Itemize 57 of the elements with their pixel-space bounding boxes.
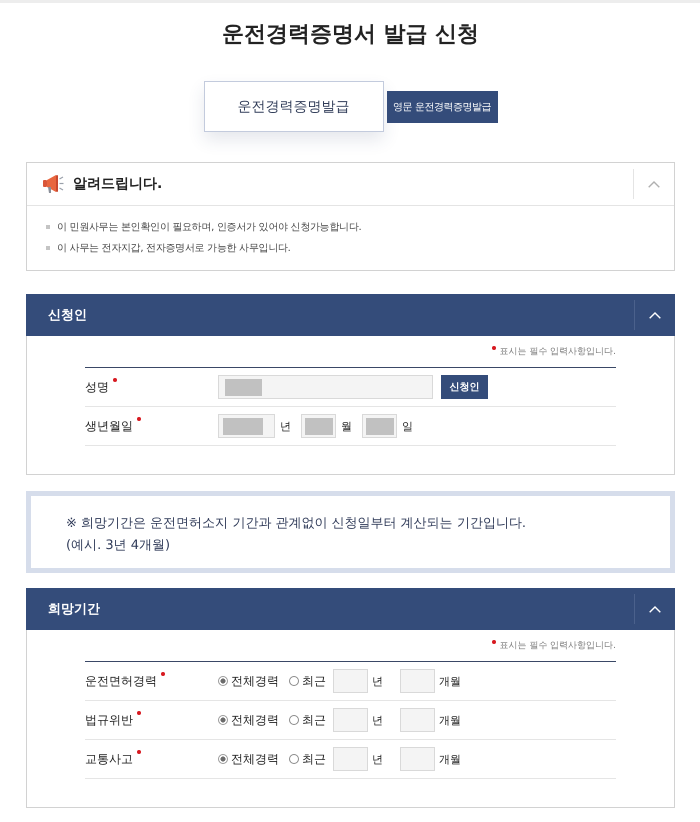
field-label: 법규위반 xyxy=(85,712,133,728)
bullet-icon xyxy=(46,224,50,228)
unit-label: 월 xyxy=(341,418,352,434)
input-field[interactable] xyxy=(400,669,435,693)
page-title: 운전경력증명서 발급 신청 xyxy=(220,21,480,49)
unit-label: 개월 xyxy=(439,752,461,766)
radio-option[interactable]: 전체경력 xyxy=(218,712,279,728)
required-dot-icon xyxy=(492,640,496,644)
unit-label: 개월 xyxy=(439,712,461,728)
input-field[interactable] xyxy=(400,708,435,732)
notice-text: 이 사무는 전자지갑, 전자증명서로 가능한 사무입니다. xyxy=(57,242,291,254)
field-label: 성명 xyxy=(85,378,109,396)
notice-text: 이 민원사무는 본인확인이 필요하며, 인증서가 있어야 신청가능합니다. xyxy=(57,220,362,234)
radio-button[interactable] xyxy=(218,715,228,725)
unit-label: 년 xyxy=(372,712,383,728)
tab[interactable]: 운전경력증명발급 xyxy=(204,81,384,132)
field-label: 운전면허경력 xyxy=(85,672,157,690)
notice-title: 알려드립니다. xyxy=(73,175,162,193)
unit-label: 년 xyxy=(372,752,383,766)
section-title: 희망기간 xyxy=(48,601,100,618)
chevron-up-icon xyxy=(649,606,661,612)
chevron-up-icon xyxy=(648,180,660,188)
megaphone-icon xyxy=(42,174,64,194)
applicant-button[interactable]: 신청인 xyxy=(441,375,488,399)
input-field[interactable] xyxy=(333,669,368,693)
input-field[interactable] xyxy=(301,414,336,438)
radio-button[interactable] xyxy=(289,676,299,686)
radio-button[interactable] xyxy=(289,715,299,725)
radio-option[interactable]: 최근 xyxy=(289,712,326,728)
input-field[interactable] xyxy=(333,747,368,771)
section-title: 신청인 xyxy=(48,307,87,324)
bullet-icon xyxy=(46,246,50,250)
required-note: 표시는 필수 입력사항입니다. xyxy=(499,640,616,652)
required-dot-icon xyxy=(492,346,496,350)
unit-label: 년 xyxy=(372,674,383,688)
required-note: 표시는 필수 입력사항입니다. xyxy=(499,346,616,358)
field-label: 생년월일 xyxy=(85,418,133,434)
info-text: ※ 희망기간은 운전면허소지 기간과 관계없이 신청일부터 계산되는 기간입니다. xyxy=(66,515,527,533)
input-field[interactable] xyxy=(218,414,275,438)
radio-option[interactable]: 최근 xyxy=(289,750,326,768)
chevron-up-icon xyxy=(649,312,661,318)
info-text: (예시. 3년 4개월) xyxy=(66,537,172,555)
radio-button[interactable] xyxy=(218,754,228,764)
radio-option[interactable]: 전체경력 xyxy=(218,672,279,690)
field-label: 교통사고 xyxy=(85,750,133,768)
input-field[interactable] xyxy=(362,414,397,438)
unit-label: 개월 xyxy=(439,674,461,688)
radio-option[interactable]: 전체경력 xyxy=(218,750,279,768)
input-field[interactable] xyxy=(333,708,368,732)
input-field[interactable] xyxy=(218,375,433,399)
radio-option[interactable]: 최근 xyxy=(289,672,326,690)
input-field[interactable] xyxy=(400,747,435,771)
unit-label: 년 xyxy=(280,418,291,434)
radio-button[interactable] xyxy=(289,754,299,764)
radio-button[interactable] xyxy=(218,676,228,686)
unit-label: 일 xyxy=(402,418,413,434)
tab[interactable]: 영문 운전경력증명발급 xyxy=(386,90,498,122)
